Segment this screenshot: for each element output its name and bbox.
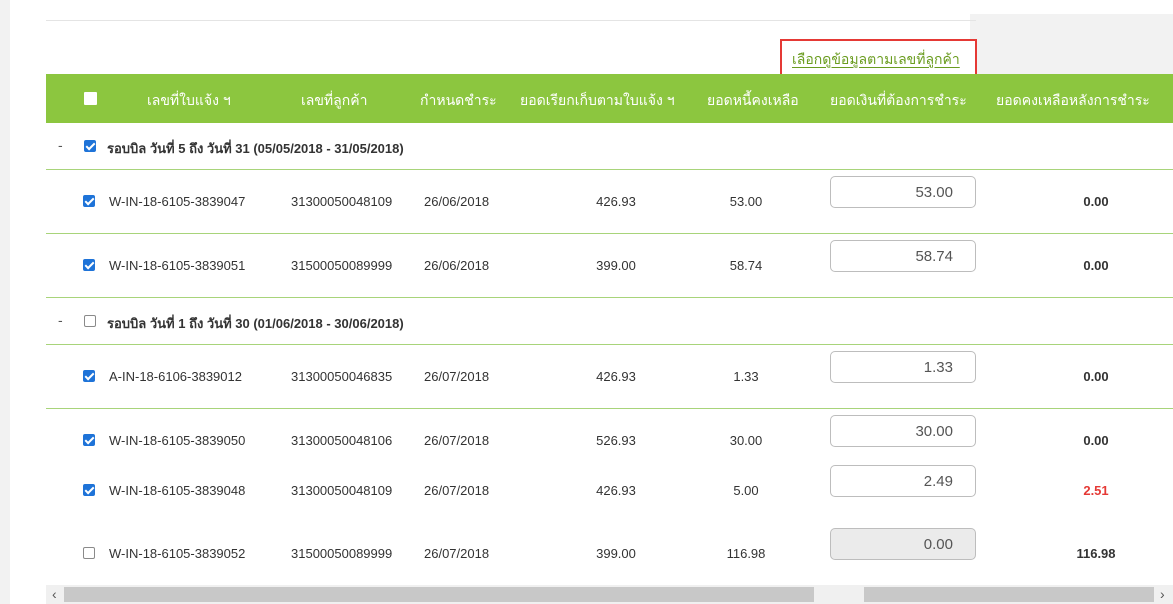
scrollbar-track-segment xyxy=(864,587,1154,602)
col-balance-after: ยอดคงเหลือหลังการชำระ xyxy=(996,92,1150,108)
outstanding-amount: 116.98 xyxy=(726,546,766,561)
row-checkbox[interactable] xyxy=(83,370,95,382)
billed-amount: 426.93 xyxy=(596,194,636,209)
horizontal-scrollbar[interactable]: ‹ › xyxy=(46,585,1173,604)
outstanding-amount: 30.00 xyxy=(729,433,763,448)
scroll-left-arrow[interactable]: ‹ xyxy=(52,586,57,602)
row-checkbox[interactable] xyxy=(83,434,95,446)
pay-amount-input[interactable] xyxy=(830,176,976,208)
customer-number: 31300050046835 xyxy=(291,369,393,384)
collapse-toggle[interactable]: - xyxy=(58,312,63,328)
due-date: 26/07/2018 xyxy=(424,483,490,498)
billed-amount: 526.93 xyxy=(596,433,636,448)
col-pay-amount: ยอดเงินที่ต้องการชำระ xyxy=(830,92,967,108)
group-title: รอบบิล วันที่ 5 ถึง วันที่ 31 (05/05/201… xyxy=(107,141,404,156)
balance-after: 0.00 xyxy=(1083,433,1109,448)
balance-after: 0.00 xyxy=(1083,369,1109,384)
row-checkbox[interactable] xyxy=(83,259,95,271)
billed-amount: 399.00 xyxy=(596,258,636,273)
pay-amount-input[interactable] xyxy=(830,465,976,497)
invoice-number: W-IN-18-6105-3839050 xyxy=(109,433,246,448)
invoice-number: W-IN-18-6105-3839051 xyxy=(109,258,246,273)
pay-amount-input xyxy=(830,528,976,560)
col-due-date: กำหนดชำระ xyxy=(420,92,497,108)
scroll-right-arrow[interactable]: › xyxy=(1160,586,1165,602)
outstanding-amount: 53.00 xyxy=(729,194,763,209)
invoice-number: A-IN-18-6106-3839012 xyxy=(109,369,242,384)
customer-number: 31500050089999 xyxy=(291,258,393,273)
due-date: 26/06/2018 xyxy=(424,194,490,209)
invoice-number: W-IN-18-6105-3839048 xyxy=(109,483,246,498)
billed-amount: 426.93 xyxy=(596,369,636,384)
bill-cycle-group: - รอบบิล วันที่ 1 ถึง วันที่ 30 (01/06/2… xyxy=(46,298,1173,345)
invoice-row: A-IN-18-6106-3839012 31300050046835 26/0… xyxy=(46,345,1173,409)
collapse-toggle[interactable]: - xyxy=(58,137,63,153)
due-date: 26/07/2018 xyxy=(424,369,490,384)
balance-after: 116.98 xyxy=(1076,546,1116,561)
customer-number: 31300050048109 xyxy=(291,194,393,209)
billed-amount: 426.93 xyxy=(596,483,636,498)
pay-amount-input[interactable] xyxy=(830,240,976,272)
invoice-row: W-IN-18-6105-3839047 31300050048109 26/0… xyxy=(46,170,1173,234)
left-gutter xyxy=(0,0,10,604)
table-header: เลขที่ใบแจ้ง ฯ เลขที่ลูกค้า กำหนดชำระ ยอ… xyxy=(46,74,1173,123)
balance-after: 2.51 xyxy=(1083,483,1109,498)
due-date: 26/06/2018 xyxy=(424,258,490,273)
col-outstanding: ยอดหนี้คงเหลือ xyxy=(707,92,799,108)
top-divider xyxy=(46,20,976,21)
group-checkbox[interactable] xyxy=(84,315,96,327)
invoice-number: W-IN-18-6105-3839052 xyxy=(109,546,246,561)
select-all-checkbox[interactable] xyxy=(84,92,97,105)
bill-cycle-group: - รอบบิล วันที่ 5 ถึง วันที่ 31 (05/05/2… xyxy=(46,123,1173,170)
scrollbar-thumb[interactable] xyxy=(64,587,814,602)
customer-number: 31300050048109 xyxy=(291,483,393,498)
col-invoice-no: เลขที่ใบแจ้ง ฯ xyxy=(147,92,231,108)
invoice-number: W-IN-18-6105-3839047 xyxy=(109,194,246,209)
col-customer-no: เลขที่ลูกค้า xyxy=(301,92,368,108)
due-date: 26/07/2018 xyxy=(424,546,490,561)
right-panel xyxy=(970,14,1173,74)
row-checkbox[interactable] xyxy=(83,484,95,496)
invoice-row: W-IN-18-6105-3839051 31500050089999 26/0… xyxy=(46,234,1173,298)
invoice-row: W-IN-18-6105-3839048 31300050048109 26/0… xyxy=(46,459,1173,523)
customer-number: 31500050089999 xyxy=(291,546,393,561)
balance-after: 0.00 xyxy=(1083,194,1109,209)
customer-number: 31300050048106 xyxy=(291,433,393,448)
billed-amount: 399.00 xyxy=(596,546,636,561)
view-by-customer-label[interactable]: เลือกดูข้อมูลตามเลขที่ลูกค้า xyxy=(792,49,960,71)
invoice-row: W-IN-18-6105-3839052 31500050089999 26/0… xyxy=(46,522,1173,586)
pay-amount-input[interactable] xyxy=(830,415,976,447)
due-date: 26/07/2018 xyxy=(424,433,490,448)
group-checkbox[interactable] xyxy=(84,140,96,152)
col-billed-amount: ยอดเรียกเก็บตามใบแจ้ง ฯ xyxy=(520,92,675,108)
row-checkbox[interactable] xyxy=(83,547,95,559)
row-checkbox[interactable] xyxy=(83,195,95,207)
group-title: รอบบิล วันที่ 1 ถึง วันที่ 30 (01/06/201… xyxy=(107,316,404,331)
outstanding-amount: 58.74 xyxy=(729,258,763,273)
outstanding-amount: 5.00 xyxy=(733,483,759,498)
pay-amount-input[interactable] xyxy=(830,351,976,383)
outstanding-amount: 1.33 xyxy=(733,369,759,384)
balance-after: 0.00 xyxy=(1083,258,1109,273)
